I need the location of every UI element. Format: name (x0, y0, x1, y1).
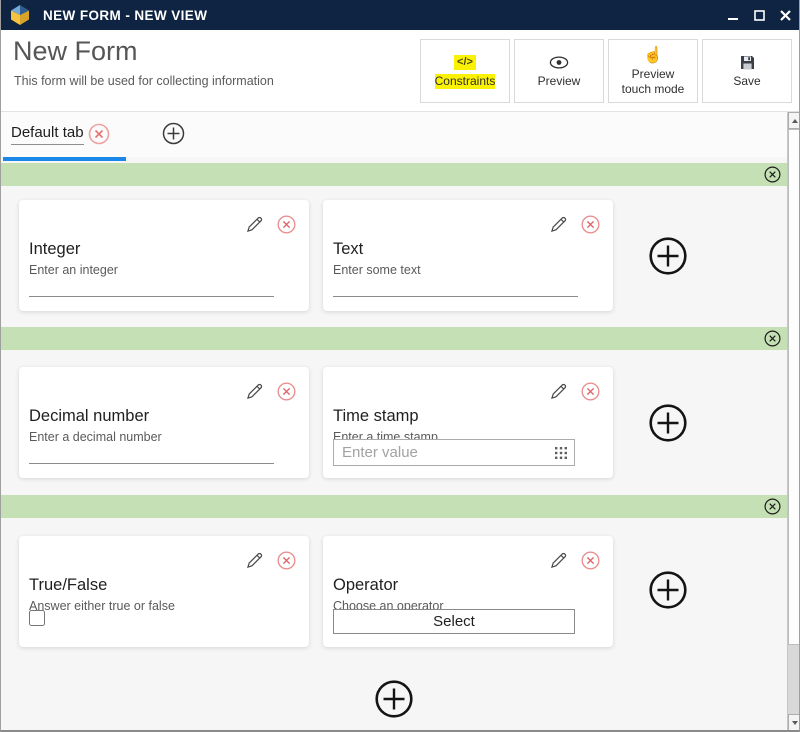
integer-input-underline[interactable] (29, 296, 274, 297)
field-card-operator: Operator Choose an operator Select (323, 536, 613, 647)
field-title: True/False (29, 576, 107, 595)
truefalse-checkbox[interactable] (29, 610, 45, 626)
operator-select-button[interactable]: Select (333, 609, 575, 634)
field-card-text: Text Enter some text (323, 200, 613, 311)
field-subtitle: Enter an integer (29, 263, 118, 277)
section-2-remove-icon[interactable] (764, 330, 781, 352)
field-title: Text (333, 240, 363, 259)
active-tab-indicator (3, 157, 126, 161)
add-field-row-3-icon[interactable] (648, 570, 688, 610)
edit-pencil-icon[interactable] (244, 214, 265, 240)
edit-pencil-icon[interactable] (548, 214, 569, 240)
section-3-remove-icon[interactable] (764, 498, 781, 520)
page-subtitle: This form will be used for collecting in… (14, 74, 274, 88)
text-input-underline[interactable] (333, 296, 578, 297)
app-window: NEW FORM - NEW VIEW New Form This form w… (0, 0, 800, 732)
field-card-decimal: Decimal number Enter a decimal number (19, 367, 309, 478)
picker-grid-icon[interactable] (555, 447, 567, 459)
edit-pencil-icon[interactable] (244, 550, 265, 576)
form-header: New Form This form will be used for coll… (1, 30, 800, 112)
decimal-input-underline[interactable] (29, 463, 274, 464)
delete-field-icon[interactable] (277, 215, 296, 239)
preview-touch-mode-button[interactable]: ☝ Preview touch mode (608, 39, 698, 103)
save-icon (740, 53, 755, 71)
close-button[interactable] (779, 9, 791, 21)
maximize-button[interactable] (753, 9, 765, 21)
touch-hand-icon: ☝ (643, 46, 663, 64)
edit-pencil-icon[interactable] (548, 550, 569, 576)
add-field-row-1-icon[interactable] (648, 236, 688, 276)
delete-field-icon[interactable] (581, 215, 600, 239)
app-logo-icon (10, 4, 30, 26)
code-icon: </> (454, 55, 476, 70)
section-band-3 (1, 495, 787, 518)
section-band-2 (1, 327, 787, 350)
field-card-integer: Integer Enter an integer (19, 200, 309, 311)
delete-field-icon[interactable] (277, 551, 296, 575)
field-title: Operator (333, 576, 398, 595)
scrollbar-thumb[interactable] (788, 129, 800, 645)
constraints-label: Constraints (435, 74, 496, 88)
scroll-up-icon[interactable] (788, 112, 800, 129)
field-title: Decimal number (29, 407, 149, 426)
timestamp-value-input[interactable] (334, 440, 555, 465)
preview-label: Preview (538, 74, 581, 88)
preview-button[interactable]: Preview (514, 39, 604, 103)
field-subtitle: Enter some text (333, 263, 421, 277)
field-card-truefalse: True/False Answer either true or false (19, 536, 309, 647)
toolbar: </> Constraints Preview ☝ Preview touch … (420, 39, 792, 103)
page-title: New Form (13, 36, 138, 67)
scroll-down-icon[interactable] (788, 714, 800, 731)
edit-pencil-icon[interactable] (244, 381, 265, 407)
constraints-button[interactable]: </> Constraints (420, 39, 510, 103)
preview-touch-label: Preview touch mode (617, 67, 689, 96)
field-title: Integer (29, 240, 80, 259)
delete-field-icon[interactable] (277, 382, 296, 406)
eye-icon (549, 53, 569, 71)
field-subtitle: Answer either true or false (29, 599, 175, 613)
title-bar: NEW FORM - NEW VIEW (1, 0, 800, 30)
add-section-icon[interactable] (374, 679, 414, 719)
save-button[interactable]: Save (702, 39, 792, 103)
vertical-scrollbar[interactable] (787, 112, 800, 731)
edit-pencil-icon[interactable] (548, 381, 569, 407)
field-card-timestamp: Time stamp Enter a time stamp (323, 367, 613, 478)
tab-bar: Default tab (1, 112, 787, 157)
section-1-remove-icon[interactable] (764, 166, 781, 188)
window-title: NEW FORM - NEW VIEW (43, 8, 207, 23)
minimize-button[interactable] (727, 9, 739, 21)
add-tab-icon[interactable] (162, 122, 185, 150)
save-label: Save (733, 74, 760, 88)
tab-close-icon[interactable] (88, 123, 110, 150)
delete-field-icon[interactable] (581, 551, 600, 575)
add-field-row-2-icon[interactable] (648, 403, 688, 443)
field-title: Time stamp (333, 407, 419, 426)
delete-field-icon[interactable] (581, 382, 600, 406)
field-subtitle: Enter a decimal number (29, 430, 162, 444)
tab-default[interactable]: Default tab (11, 124, 84, 145)
section-band-1 (1, 163, 787, 186)
